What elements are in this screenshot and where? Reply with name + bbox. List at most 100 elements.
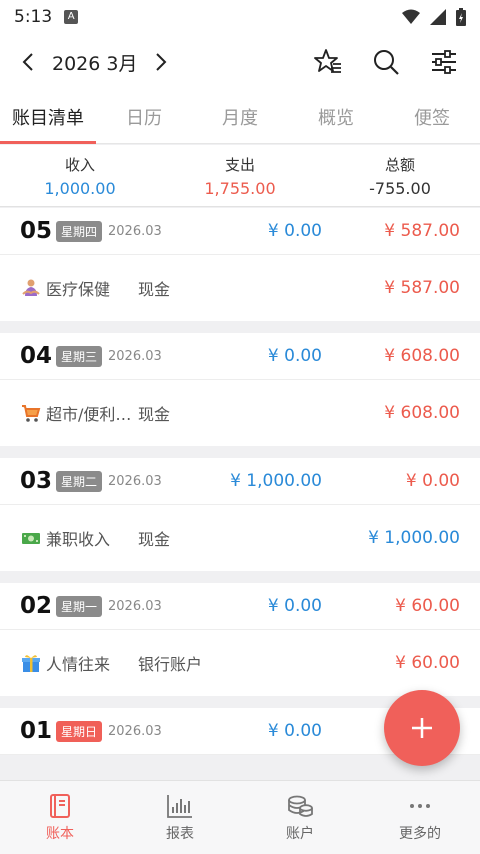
bar-chart-icon <box>167 794 192 818</box>
day-header[interactable]: 02 星期一 2026.03 ¥ 0.00 ¥ 60.00 <box>0 583 480 630</box>
add-record-button[interactable] <box>384 690 460 766</box>
day-expense: ¥ 608.00 <box>384 346 460 366</box>
more-dots-icon <box>410 803 430 808</box>
day-header[interactable]: 04 星期三 2026.03 ¥ 0.00 ¥ 608.00 <box>0 333 480 380</box>
sliders-icon <box>432 50 456 74</box>
transaction-row[interactable]: 超市/便利… 现金 ¥ 608.00 <box>0 380 480 446</box>
entry-category: 医疗保健 <box>46 280 111 299</box>
entry-category: 超市/便利… <box>46 405 132 424</box>
day-number: 01 <box>20 718 53 744</box>
search-icon <box>374 50 399 75</box>
entry-account: 现金 <box>138 530 171 549</box>
entry-category: 人情往来 <box>46 655 111 674</box>
day-header[interactable]: 05 星期四 2026.03 ¥ 0.00 ¥ 587.00 <box>0 208 480 255</box>
day-year-month: 2026.03 <box>108 723 162 739</box>
tab-overview[interactable]: 概览 <box>288 90 384 143</box>
massage-icon <box>20 277 42 299</box>
weekday-badge: 星期日 <box>56 720 103 742</box>
expense-label: 支出 <box>224 155 255 174</box>
notification-icon: A <box>64 10 79 24</box>
tab-notes[interactable]: 便签 <box>384 90 480 143</box>
star-list-icon <box>314 49 341 73</box>
entry-account: 银行账户 <box>138 655 203 674</box>
day-expense: ¥ 587.00 <box>384 221 460 241</box>
nav-accounts[interactable]: 账户 <box>240 781 360 854</box>
tab-ledger[interactable]: 账目清单 <box>0 90 96 144</box>
nav-reports[interactable]: 报表 <box>120 781 240 854</box>
month-summary: 收入 1,000.00 支出 1,755.00 总额 -755.00 <box>0 145 480 207</box>
day-number: 04 <box>20 343 53 369</box>
nav-label: 报表 <box>166 825 194 842</box>
search-button[interactable] <box>364 40 408 84</box>
cart-icon <box>20 402 42 424</box>
day-year-month: 2026.03 <box>108 598 162 614</box>
total-label: 总额 <box>384 155 415 174</box>
nav-label: 更多的 <box>399 825 441 842</box>
entry-amount: ¥ 1,000.00 <box>368 528 460 548</box>
day-header[interactable]: 03 星期二 2026.03 ¥ 1,000.00 ¥ 0.00 <box>0 458 480 505</box>
entry-account: 现金 <box>138 280 171 299</box>
signal-icon <box>430 9 446 25</box>
income-summary: 收入 1,000.00 <box>0 145 160 206</box>
day-income: ¥ 1,000.00 <box>230 471 322 491</box>
filter-button[interactable] <box>422 40 466 84</box>
day-card: 03 星期二 2026.03 ¥ 1,000.00 ¥ 0.00 兼职收入 现金… <box>0 458 480 571</box>
total-value: -755.00 <box>369 178 431 198</box>
nav-label: 账户 <box>286 825 314 842</box>
nav-ledger[interactable]: 账本 <box>0 781 120 854</box>
weekday-badge: 星期二 <box>56 470 103 492</box>
app-bar: 2026 3月 <box>0 34 480 90</box>
day-income: ¥ 0.00 <box>267 221 322 241</box>
nav-label: 账本 <box>46 825 74 842</box>
wifi-icon <box>402 9 420 24</box>
day-number: 05 <box>20 218 53 244</box>
book-icon <box>50 793 70 818</box>
weekday-badge: 星期四 <box>56 220 103 242</box>
prev-month-button[interactable] <box>8 42 48 82</box>
weekday-badge: 星期三 <box>56 345 103 367</box>
entry-amount: ¥ 608.00 <box>384 403 460 423</box>
favorites-button[interactable] <box>306 40 350 84</box>
month-title[interactable]: 2026 3月 <box>52 49 137 76</box>
tab-calendar[interactable]: 日历 <box>96 90 192 143</box>
income-label: 收入 <box>64 155 95 174</box>
day-card: 04 星期三 2026.03 ¥ 0.00 ¥ 608.00 超市/便利… 现金… <box>0 333 480 446</box>
day-expense: ¥ 0.00 <box>405 471 460 491</box>
total-summary: 总额 -755.00 <box>320 145 480 206</box>
weekday-badge: 星期一 <box>56 595 103 617</box>
bottom-nav: 账本 报表 账户 更多的 <box>0 780 480 854</box>
transaction-row[interactable]: 人情往来 银行账户 ¥ 60.00 <box>0 630 480 696</box>
day-number: 03 <box>20 468 53 494</box>
day-year-month: 2026.03 <box>108 223 162 239</box>
day-year-month: 2026.03 <box>108 473 162 489</box>
day-income: ¥ 0.00 <box>267 346 322 366</box>
entry-amount: ¥ 587.00 <box>384 278 460 298</box>
entry-amount: ¥ 60.00 <box>395 653 460 673</box>
day-expense: ¥ 60.00 <box>395 596 460 616</box>
battery-icon <box>456 8 466 26</box>
tab-monthly[interactable]: 月度 <box>192 90 288 143</box>
expense-value: 1,755.00 <box>204 178 276 198</box>
entry-account: 现金 <box>138 405 171 424</box>
transaction-row[interactable]: 兼职收入 现金 ¥ 1,000.00 <box>0 505 480 571</box>
expense-summary: 支出 1,755.00 <box>160 145 320 206</box>
view-tabs: 账目清单 日历 月度 概览 便签 <box>0 90 480 144</box>
transaction-row[interactable]: 医疗保健 现金 ¥ 587.00 <box>0 255 480 321</box>
nav-more[interactable]: 更多的 <box>360 781 480 854</box>
day-card: 05 星期四 2026.03 ¥ 0.00 ¥ 587.00 医疗保健 现金 ¥… <box>0 208 480 321</box>
plus-icon <box>412 718 432 738</box>
income-value: 1,000.00 <box>44 178 116 198</box>
status-time: 5:13 <box>14 7 53 27</box>
chevron-right-icon <box>156 53 167 71</box>
next-month-button[interactable] <box>141 42 181 82</box>
day-income: ¥ 0.00 <box>267 596 322 616</box>
day-number: 02 <box>20 593 53 619</box>
cash-icon <box>20 527 42 549</box>
day-year-month: 2026.03 <box>108 348 162 364</box>
chevron-left-icon <box>22 53 33 71</box>
coins-icon <box>288 795 313 817</box>
gift-icon <box>20 652 42 674</box>
day-card: 02 星期一 2026.03 ¥ 0.00 ¥ 60.00 人情往来 银行账户 … <box>0 583 480 696</box>
status-bar: 5:13 A <box>0 0 480 34</box>
entry-category: 兼职收入 <box>46 530 111 549</box>
